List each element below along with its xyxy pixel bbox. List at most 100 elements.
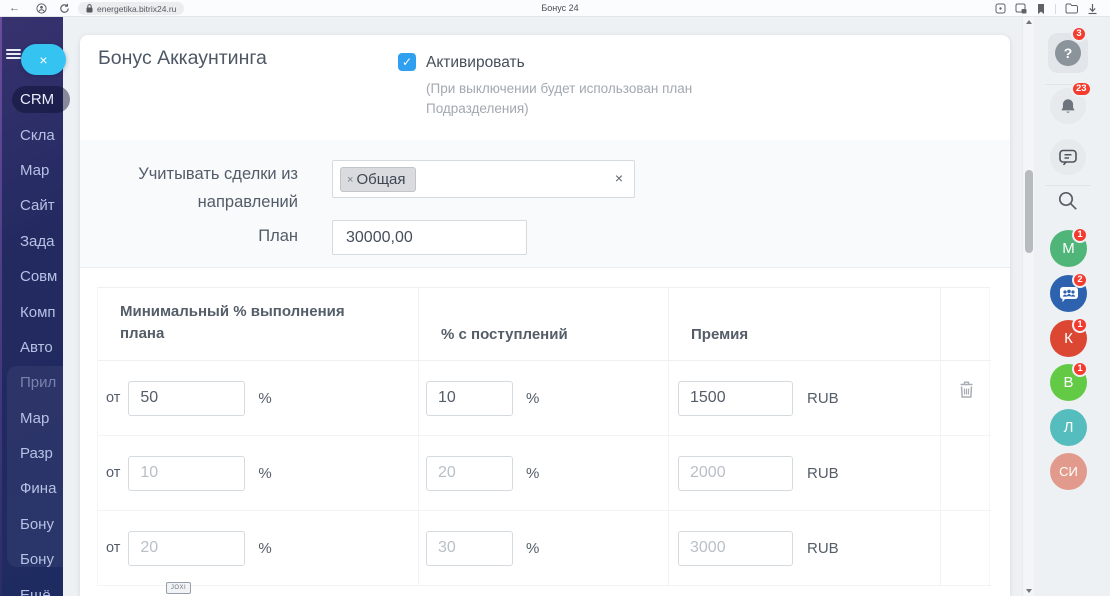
sidebar-item-bonus-1[interactable]: Бону bbox=[0, 507, 63, 542]
tag-label: Общая bbox=[356, 171, 405, 188]
percent-unit: % bbox=[526, 390, 539, 407]
sidebar-menu: CRM Скла Мар Сайт Зада Совм Комп Авто Пр… bbox=[0, 82, 63, 596]
avatar-si[interactable]: СИ bbox=[1050, 453, 1087, 490]
row-3-min-input[interactable] bbox=[128, 531, 245, 566]
percent-unit: % bbox=[258, 390, 271, 407]
table-row-2-actions-cell bbox=[941, 436, 991, 511]
activate-checkbox[interactable]: ✓ bbox=[398, 53, 416, 71]
row-3-percent-input[interactable] bbox=[426, 531, 513, 566]
from-label: от bbox=[106, 465, 120, 481]
table-row-1-percent-cell: % bbox=[419, 361, 669, 436]
plan-label: План bbox=[96, 227, 298, 246]
table-row-2-premium-cell: RUB bbox=[669, 436, 941, 511]
row-3-premium-input[interactable] bbox=[678, 531, 793, 566]
from-label: от bbox=[106, 390, 120, 406]
percent-unit: % bbox=[526, 465, 539, 482]
row-1-premium-input[interactable] bbox=[678, 381, 793, 416]
bookmark-icon[interactable] bbox=[1036, 3, 1046, 15]
table-row-1-actions-cell bbox=[941, 361, 991, 436]
sidebar-item-automation[interactable]: Авто bbox=[0, 330, 63, 365]
tag-remove-icon[interactable]: × bbox=[347, 174, 353, 186]
clear-field-icon[interactable]: × bbox=[615, 170, 623, 186]
screenshot-icon[interactable] bbox=[1015, 3, 1027, 14]
avatar-k-badge: 1 bbox=[1072, 317, 1088, 333]
right-toolbar: ? 3 23 М 1 bbox=[1034, 17, 1110, 596]
percent-unit: % bbox=[258, 540, 271, 557]
help-badge: 3 bbox=[1071, 26, 1087, 42]
joxi-watermark: JOXI bbox=[166, 582, 191, 594]
directions-label: Учитывать сделки из направлений bbox=[96, 160, 298, 216]
sidebar-item-marketing[interactable]: Мар bbox=[0, 153, 63, 188]
notifications-badge: 23 bbox=[1071, 81, 1092, 97]
currency-unit: RUB bbox=[807, 465, 839, 482]
table-row-3-actions-cell bbox=[941, 511, 991, 586]
toolbar-divider bbox=[1045, 185, 1091, 186]
table-row-1-premium-cell: RUB bbox=[669, 361, 941, 436]
scroll-down-icon[interactable] bbox=[1026, 589, 1032, 593]
sidebar-item-collab[interactable]: Совм bbox=[0, 259, 63, 294]
avatar-l[interactable]: Л bbox=[1050, 409, 1087, 446]
avatar-v-badge: 1 bbox=[1072, 361, 1088, 377]
screen: ← energetika.bitrix24.ru Бонус 24 bbox=[0, 0, 1110, 596]
table-row-3-min-cell: от % bbox=[98, 511, 419, 586]
table-row-1-min-cell: от % bbox=[98, 361, 419, 436]
download-icon[interactable] bbox=[1087, 3, 1098, 15]
column-header-percent: % с поступлений bbox=[419, 288, 669, 361]
browser-account-icon[interactable] bbox=[36, 3, 47, 14]
column-header-min-percent: Минимальный % выполнения плана bbox=[98, 288, 419, 361]
percent-unit: % bbox=[258, 465, 271, 482]
direction-tag[interactable]: × Общая bbox=[340, 167, 416, 192]
row-1-percent-input[interactable] bbox=[426, 381, 513, 416]
activate-hint: (При выключении будет использован план П… bbox=[426, 79, 694, 119]
table-row-2-min-cell: от % bbox=[98, 436, 419, 511]
scroll-up-icon[interactable] bbox=[1026, 20, 1032, 24]
browser-page-title: Бонус 24 bbox=[505, 3, 615, 13]
sidebar-item-sklad[interactable]: Скла bbox=[0, 117, 63, 152]
sidebar-item-more[interactable]: Ещё bbox=[0, 577, 63, 596]
sidebar-item-market[interactable]: Мар bbox=[0, 401, 63, 436]
sidebar-item-crm[interactable]: CRM bbox=[0, 82, 63, 117]
avatar-m-badge: 1 bbox=[1072, 227, 1088, 243]
activate-label: Активировать bbox=[426, 54, 525, 72]
scrollbar-thumb[interactable] bbox=[1025, 170, 1033, 253]
sidebar-item-tasks[interactable]: Зада bbox=[0, 224, 63, 259]
sidebar-item-company[interactable]: Комп bbox=[0, 294, 63, 329]
group-chat-badge: 2 bbox=[1072, 272, 1088, 288]
delete-row-button[interactable] bbox=[958, 380, 975, 399]
messenger-button[interactable] bbox=[1050, 139, 1086, 175]
content-scrollbar[interactable] bbox=[1022, 17, 1034, 596]
settings-panel: Бонус Аккаунтинга ✓ Активировать (При вы… bbox=[80, 35, 1010, 596]
row-2-min-input[interactable] bbox=[128, 456, 245, 491]
profile-folder-icon[interactable] bbox=[1065, 3, 1078, 14]
row-2-premium-input[interactable] bbox=[678, 456, 793, 491]
row-1-min-input[interactable] bbox=[128, 381, 245, 416]
url-text: energetika.bitrix24.ru bbox=[97, 4, 176, 14]
currency-unit: RUB bbox=[807, 540, 839, 557]
table-row-2-percent-cell: % bbox=[419, 436, 669, 511]
sidebar-item-finance[interactable]: Фина bbox=[0, 471, 63, 506]
search-icon bbox=[1056, 189, 1080, 213]
plan-input[interactable] bbox=[332, 220, 527, 255]
column-header-actions bbox=[941, 288, 991, 361]
menu-icon[interactable] bbox=[6, 49, 21, 60]
browser-back-icon[interactable]: ← bbox=[9, 1, 20, 16]
row-2-percent-input[interactable] bbox=[426, 456, 513, 491]
browser-refresh-icon[interactable] bbox=[59, 3, 70, 14]
table-row-3-premium-cell: RUB bbox=[669, 511, 941, 586]
close-menu-button[interactable]: × bbox=[21, 44, 66, 75]
column-header-premium: Премия bbox=[669, 288, 941, 361]
sidebar-item-apps[interactable]: Прил bbox=[0, 365, 63, 400]
sidebar-item-sites[interactable]: Сайт bbox=[0, 188, 63, 223]
bonus-table: Минимальный % выполнения плана % с посту… bbox=[97, 287, 990, 586]
trash-icon bbox=[958, 380, 975, 399]
address-bar[interactable]: energetika.bitrix24.ru bbox=[78, 2, 184, 15]
page-title: Бонус Аккаунтинга bbox=[98, 47, 267, 70]
percent-unit: % bbox=[526, 540, 539, 557]
sidebar-item-bonus-2[interactable]: Бону bbox=[0, 542, 63, 577]
sidebar-item-developers[interactable]: Разр bbox=[0, 436, 63, 471]
currency-unit: RUB bbox=[807, 390, 839, 407]
directions-tag-input[interactable]: × Общая × bbox=[332, 160, 635, 198]
search-button[interactable] bbox=[1056, 189, 1080, 213]
plan-form: Учитывать сделки из направлений × Общая … bbox=[80, 140, 1010, 268]
extension-icon[interactable] bbox=[995, 3, 1006, 14]
